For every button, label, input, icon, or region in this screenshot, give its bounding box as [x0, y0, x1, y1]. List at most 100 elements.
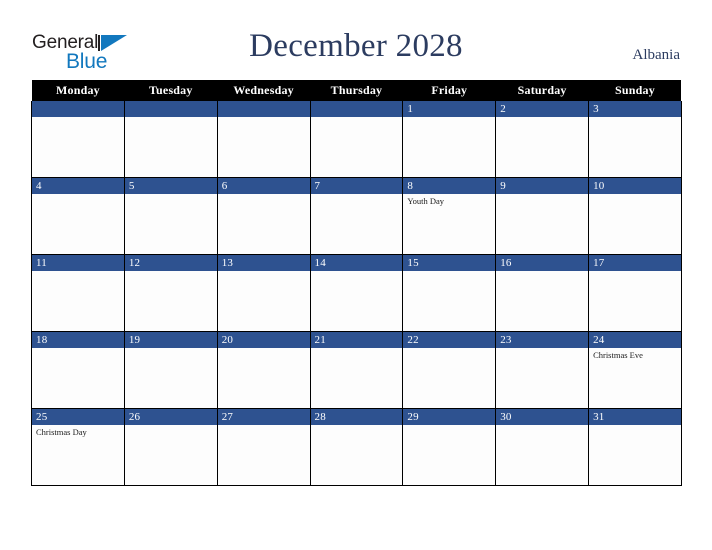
day-number: 30 [496, 409, 589, 425]
day-events: Christmas Day [32, 425, 124, 438]
calendar-day-cell-2[interactable]: 2 [495, 101, 590, 178]
calendar-day-cell-28[interactable]: 28 [309, 408, 404, 486]
day-number: 17 [589, 255, 681, 271]
day-events [32, 348, 124, 350]
holiday-label: Youth Day [407, 196, 445, 206]
day-events [496, 117, 588, 119]
day-number: 1 [403, 101, 496, 117]
day-events [311, 194, 403, 196]
calendar-week-row: 25 Christmas Day 26 27 28 29 30 31 [31, 408, 682, 486]
calendar-day-cell-21[interactable]: 21 [309, 331, 404, 409]
calendar-weekday-header: Monday Tuesday Wednesday Thursday Friday Satu… [31, 80, 682, 101]
day-events [311, 348, 403, 350]
day-number: 31 [589, 409, 681, 425]
weekday-header-sunday: Sunday [588, 80, 682, 101]
day-number: 8 [403, 178, 496, 194]
day-events [589, 425, 681, 427]
day-events [496, 425, 588, 427]
calendar-day-cell-19[interactable]: 19 [123, 331, 218, 409]
calendar-day-cell-29[interactable]: 29 [402, 408, 497, 486]
day-events [32, 194, 124, 196]
day-events [496, 194, 588, 196]
calendar-day-cell-30[interactable]: 30 [495, 408, 590, 486]
day-number: 28 [310, 409, 403, 425]
calendar-day-cell-empty [123, 101, 218, 178]
day-number: 29 [403, 409, 496, 425]
day-number [310, 101, 403, 117]
day-number: 2 [496, 101, 589, 117]
calendar-day-cell-3[interactable]: 3 [588, 101, 682, 178]
calendar-day-cell-1[interactable]: 1 [402, 101, 497, 178]
calendar-day-cell-11[interactable]: 11 [31, 254, 125, 332]
calendar-day-cell-12[interactable]: 12 [123, 254, 218, 332]
weekday-header-monday: Monday [31, 80, 125, 101]
day-events [311, 425, 403, 427]
calendar-day-cell-empty [216, 101, 311, 178]
day-number: 16 [496, 255, 589, 271]
day-number: 13 [217, 255, 310, 271]
calendar-day-cell-empty [309, 101, 404, 178]
calendar-week-row: 18 19 20 21 22 23 24 Christmas Eve [31, 331, 682, 409]
calendar-day-cell-10[interactable]: 10 [588, 177, 682, 255]
calendar-day-cell-16[interactable]: 16 [495, 254, 590, 332]
calendar-week-row: 123 [31, 101, 682, 178]
day-events [403, 348, 495, 350]
day-number [124, 101, 217, 117]
day-number: 12 [124, 255, 217, 271]
day-number: 4 [32, 178, 124, 194]
day-events [218, 271, 310, 273]
calendar-day-cell-6[interactable]: 6 [216, 177, 311, 255]
calendar-day-cell-31[interactable]: 31 [588, 408, 682, 486]
day-number: 19 [124, 332, 217, 348]
calendar-day-cell-4[interactable]: 4 [31, 177, 125, 255]
day-number [32, 101, 124, 117]
calendar-day-cell-9[interactable]: 9 [495, 177, 590, 255]
calendar-day-cell-23[interactable]: 23 [495, 331, 590, 409]
day-number: 5 [124, 178, 217, 194]
day-number: 26 [124, 409, 217, 425]
calendar-day-cell-5[interactable]: 5 [123, 177, 218, 255]
weekday-header-tuesday: Tuesday [124, 80, 218, 101]
day-number: 9 [496, 178, 589, 194]
calendar-week-row: 4 5 6 7 8 Youth Day 9 10 [31, 177, 682, 255]
calendar-container: Monday Tuesday Wednesday Thursday Friday Satu… [31, 80, 682, 486]
calendar-day-cell-7[interactable]: 7 [309, 177, 404, 255]
calendar-day-cell-17[interactable]: 17 [588, 254, 682, 332]
calendar-day-cell-25[interactable]: 25 Christmas Day [31, 408, 125, 486]
calendar-day-cell-20[interactable]: 20 [216, 331, 311, 409]
calendar-day-cell-8[interactable]: 8 Youth Day [402, 177, 497, 255]
day-events [589, 271, 681, 273]
day-events [125, 425, 217, 427]
calendar-day-cell-22[interactable]: 22 [402, 331, 497, 409]
day-events [311, 271, 403, 273]
day-number: 22 [403, 332, 496, 348]
day-events [403, 425, 495, 427]
day-events [218, 194, 310, 196]
day-events: Christmas Eve [589, 348, 681, 361]
day-number: 20 [217, 332, 310, 348]
day-number: 7 [310, 178, 403, 194]
calendar-day-cell-26[interactable]: 26 [123, 408, 218, 486]
day-number: 11 [32, 255, 124, 271]
day-events [589, 194, 681, 196]
calendar-day-cell-27[interactable]: 27 [216, 408, 311, 486]
page-title: December 2028 [249, 28, 463, 64]
day-events [496, 348, 588, 350]
calendar-day-cell-13[interactable]: 13 [216, 254, 311, 332]
day-events [125, 271, 217, 273]
day-number: 6 [217, 178, 310, 194]
calendar-day-cell-18[interactable]: 18 [31, 331, 125, 409]
day-events [218, 425, 310, 427]
day-events [311, 117, 403, 119]
day-number: 25 [32, 409, 124, 425]
calendar-body: 1 2 3 4 5 6 7 8 Youth Day 9 10 11 12 13 14 15 16 17 18 19 20… [31, 101, 682, 486]
calendar-day-cell-24[interactable]: 24 Christmas Eve [588, 331, 682, 409]
day-events [32, 117, 124, 119]
calendar-day-cell-14[interactable]: 14 [309, 254, 404, 332]
day-events [218, 348, 310, 350]
day-events [403, 271, 495, 273]
day-number: 3 [589, 101, 681, 117]
weekday-header-saturday: Saturday [495, 80, 589, 101]
calendar-day-cell-15[interactable]: 15 [402, 254, 497, 332]
day-events [218, 117, 310, 119]
